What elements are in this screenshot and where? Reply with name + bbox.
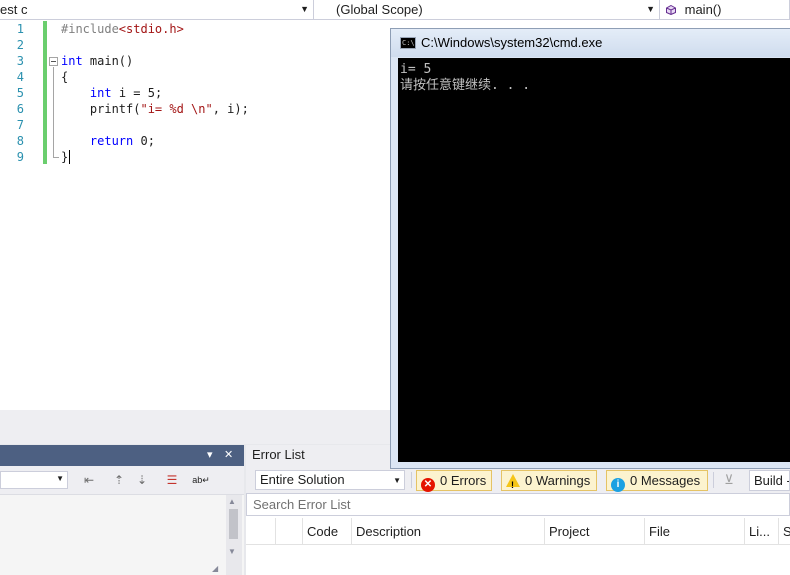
scope-dropdown-value: (Global Scope) <box>336 2 423 17</box>
include-header: <stdio.h> <box>118 22 184 36</box>
resize-grip-icon[interactable]: ◢ <box>212 564 218 573</box>
toggle-wrap-icon[interactable]: ab↵ <box>192 471 210 489</box>
code-text: printf( <box>61 102 141 116</box>
code-line-4: { <box>61 70 69 84</box>
dropdown-arrow-icon: ▼ <box>646 4 655 14</box>
warnings-filter-label: 0 Warnings <box>525 473 591 488</box>
code-line-5: int i = 5; <box>61 85 162 101</box>
dropdown-arrow-icon: ▼ <box>393 476 401 485</box>
build-source-dropdown[interactable]: Build - <box>749 470 790 491</box>
code-line-1: #include<stdio.h> <box>61 21 184 37</box>
info-icon: i <box>611 478 625 492</box>
error-scope-dropdown[interactable]: Entire Solution ▼ <box>255 470 405 490</box>
outdent-icon[interactable]: ⇤ <box>80 471 98 489</box>
method-icon <box>666 5 676 15</box>
code-text: 0; <box>133 134 155 148</box>
preprocessor-directive: #include <box>61 22 119 36</box>
move-down-icon[interactable]: ⇣ <box>133 471 151 489</box>
line-number: 8 <box>16 134 24 148</box>
move-up-icon[interactable]: ⇡ <box>110 471 128 489</box>
keyword: int <box>89 86 112 100</box>
scroll-down-icon[interactable]: ▼ <box>228 547 236 556</box>
scroll-up-icon[interactable]: ▲ <box>228 497 236 506</box>
errors-filter-label: 0 Errors <box>440 473 487 488</box>
column-header-project[interactable]: Project <box>544 518 644 545</box>
messages-filter-label: 0 Messages <box>630 473 701 488</box>
line-number: 6 <box>16 102 24 116</box>
window-position-icon[interactable]: ▾ <box>207 447 213 463</box>
column-header-suppression[interactable]: S <box>778 518 790 545</box>
close-icon[interactable]: ✕ <box>224 447 233 463</box>
line-number: 1 <box>16 22 24 36</box>
project-dropdown[interactable]: est c ▼ <box>0 0 314 20</box>
column-header-category[interactable] <box>275 518 302 545</box>
code-text: , i); <box>212 102 249 116</box>
string-literal: "i= %d \n" <box>140 102 213 116</box>
text-caret <box>69 150 71 164</box>
change-tracking-bar <box>43 21 47 164</box>
line-number: 9 <box>16 150 24 164</box>
tool-window-dropdown[interactable]: ▼ <box>0 471 68 489</box>
column-header-code[interactable]: Code <box>302 518 351 545</box>
code-text: } <box>61 150 69 164</box>
member-dropdown[interactable]: main() <box>662 0 790 20</box>
toolbar-separator <box>411 472 412 488</box>
line-number: 4 <box>16 70 24 84</box>
build-source-value: Build - <box>754 473 790 488</box>
messages-filter-button[interactable]: i 0 Messages <box>606 470 708 492</box>
errors-filter-button[interactable]: ✕ 0 Errors <box>416 470 492 492</box>
filter-icon[interactable]: ⊻ <box>720 471 738 489</box>
keyword: int <box>61 54 83 68</box>
cmd-icon[interactable]: C:\ <box>400 37 416 49</box>
project-dropdown-value: est c <box>0 2 28 17</box>
search-error-list-input[interactable]: Search Error List <box>246 493 790 516</box>
toolbar-separator <box>713 472 714 488</box>
member-dropdown-value: main() <box>684 2 722 17</box>
line-number: 7 <box>16 118 24 132</box>
code-line-8: return 0; <box>61 133 155 149</box>
cmd-window-title: C:\Windows\system32\cmd.exe <box>421 35 603 50</box>
dropdown-arrow-icon: ▼ <box>56 474 64 483</box>
dropdown-arrow-icon: ▼ <box>300 4 309 14</box>
code-text: main() <box>82 54 134 68</box>
column-header-description[interactable]: Description <box>351 518 544 545</box>
warnings-filter-button[interactable]: ! 0 Warnings <box>501 470 597 491</box>
error-scope-value: Entire Solution <box>260 472 345 487</box>
code-text: i = 5; <box>111 86 163 100</box>
column-header-file[interactable]: File <box>644 518 744 545</box>
console-line: 请按任意键继续. . . <box>400 78 531 93</box>
outline-rail <box>53 67 54 157</box>
error-icon: ✕ <box>421 478 435 492</box>
line-number: 3 <box>16 54 24 68</box>
cmd-console-output[interactable]: i= 5 请按任意键继续. . . <box>398 58 790 462</box>
navigation-bar: est c ▼ (Global Scope) ▼ main() <box>0 0 790 20</box>
tool-window-content[interactable] <box>0 494 244 575</box>
line-number: 5 <box>16 86 24 100</box>
outline-collapse-icon[interactable] <box>49 57 58 66</box>
code-line-6: printf("i= %d \n", i); <box>61 101 249 117</box>
delete-list-icon[interactable]: ☰ <box>163 471 181 489</box>
column-header-line[interactable]: Li... <box>744 518 778 545</box>
outline-rail-end <box>53 157 59 158</box>
scope-dropdown[interactable]: (Global Scope) ▼ <box>316 0 660 20</box>
scrollbar-thumb[interactable] <box>229 509 238 539</box>
warning-icon: ! <box>506 474 520 490</box>
code-line-3: int main() <box>61 53 133 69</box>
console-line: i= 5 <box>400 62 432 77</box>
line-number: 2 <box>16 38 24 52</box>
keyword: return <box>89 134 134 148</box>
code-line-9: } <box>61 149 71 165</box>
